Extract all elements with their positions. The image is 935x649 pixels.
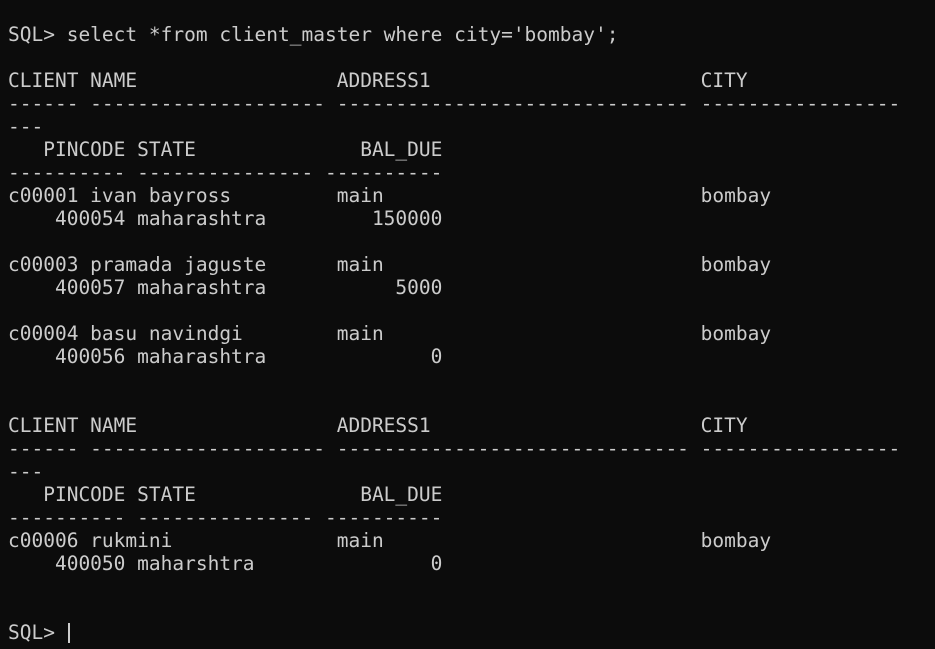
terminal-window[interactable]: SQL> select *from client_master where ci… [0,0,935,649]
result-header-underline-wrap: --- [8,460,44,483]
result-row-line-1: c00001 ivan bayross main bombay [8,184,772,207]
result-row-line-1: c00006 rukmini main bombay [8,529,772,552]
result-row-line-2: 400056 maharashtra 0 [8,345,443,368]
result-header-underline-1: ------ -------------------- ------------… [8,437,901,460]
sql-prompt: SQL> [8,621,67,644]
result-row-line-1: c00004 basu navindgi main bombay [8,322,772,345]
result-header-underline-2: ---------- --------------- ---------- [8,506,443,529]
result-header-underline-2: ---------- --------------- ---------- [8,161,443,184]
result-row-line-2: 400050 maharshtra 0 [8,552,443,575]
result-header-line-1: CLIENT NAME ADDRESS1 CITY [8,69,748,92]
result-header-underline-1: ------ -------------------- ------------… [8,92,901,115]
result-row-line-2: 400057 maharashtra 5000 [8,276,443,299]
result-header-line-2: PINCODE STATE BAL_DUE [8,483,443,506]
result-header-line-1: CLIENT NAME ADDRESS1 CITY [8,414,748,437]
result-row-line-1: c00003 pramada jaguste main bombay [8,253,772,276]
prompt-line[interactable]: SQL> [8,621,935,644]
result-header-underline-wrap: --- [8,115,44,138]
result-header-line-2: PINCODE STATE BAL_DUE [8,138,443,161]
result-row-line-2: 400054 maharashtra 150000 [8,207,443,230]
sql-command-line: SQL> select *from client_master where ci… [8,23,619,46]
text-cursor [67,623,70,643]
